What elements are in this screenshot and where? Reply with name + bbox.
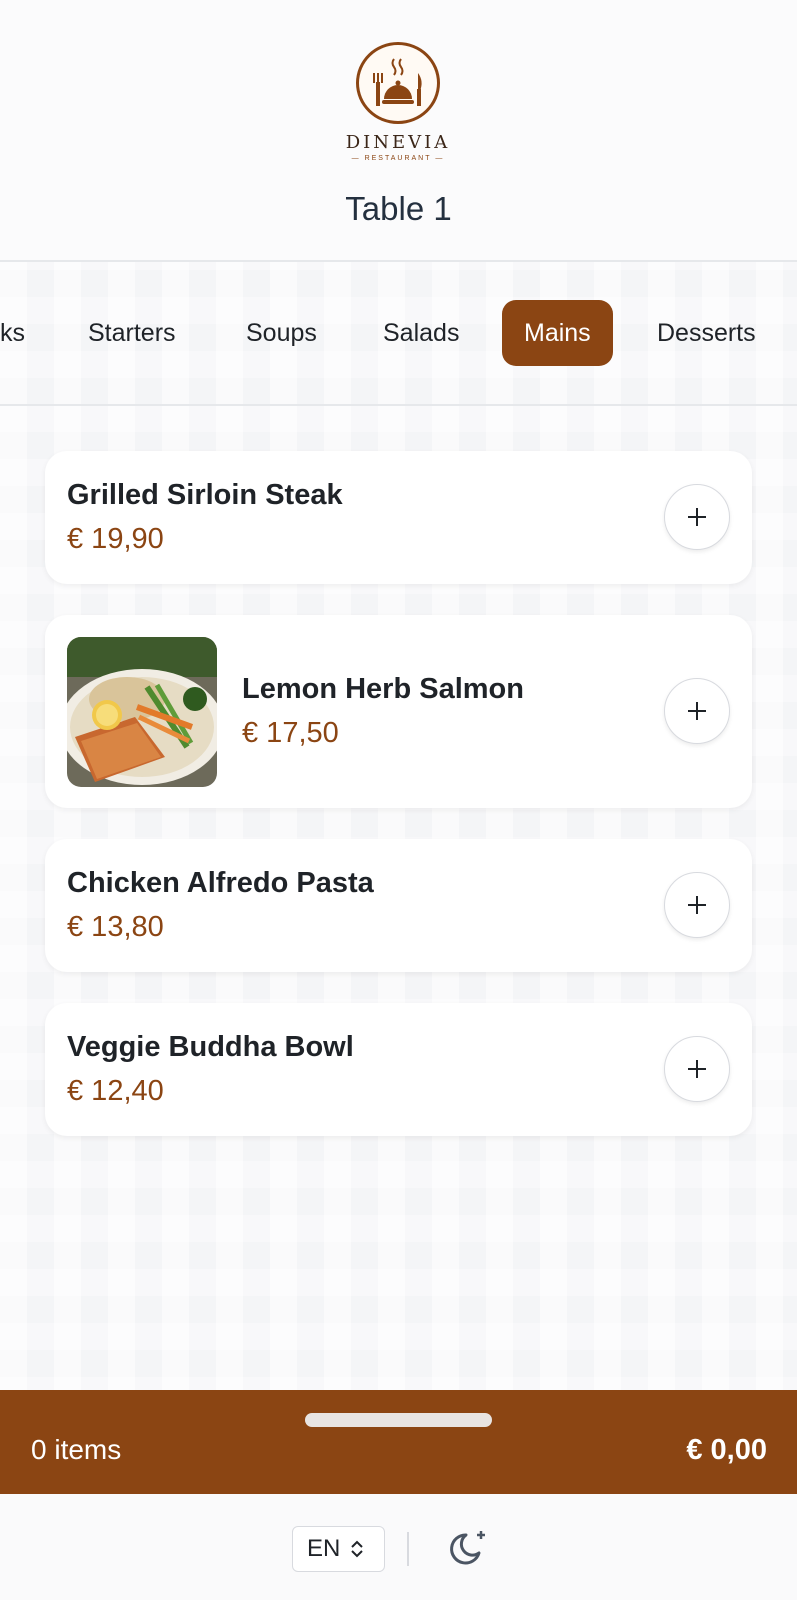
restaurant-logo: DINEVIA — RESTAURANT —: [333, 26, 463, 162]
category-tabs: ks Starters Soups Salads Mains Desserts: [0, 264, 797, 406]
add-to-cart-button[interactable]: [664, 484, 730, 550]
language-select[interactable]: EN: [292, 1526, 385, 1572]
cart-bar[interactable]: 0 items € 0,00: [0, 1390, 797, 1494]
cloche-icon: [356, 42, 440, 124]
logo-name: DINEVIA: [345, 132, 451, 153]
menu-item-name: Grilled Sirloin Steak: [67, 479, 343, 511]
menu-item-price: € 17,50: [242, 717, 339, 749]
menu-item-price: € 13,80: [67, 911, 164, 943]
plus-icon: [688, 702, 706, 720]
menu-item-card[interactable]: Chicken Alfredo Pasta € 13,80: [45, 839, 752, 972]
menu-item-price: € 19,90: [67, 523, 164, 555]
table-title: Table 1: [345, 190, 452, 227]
tab-salads[interactable]: Salads: [361, 300, 481, 366]
chevron-up-down-icon: [351, 1540, 364, 1558]
cart-item-count: 0 items: [31, 1434, 122, 1465]
cart-total: € 0,00: [686, 1434, 767, 1466]
footer-divider: [407, 1532, 409, 1566]
plus-icon: [688, 508, 706, 526]
footer: EN: [0, 1494, 797, 1600]
drag-handle[interactable]: [305, 1413, 492, 1427]
menu-item-name: Lemon Herb Salmon: [242, 673, 524, 705]
salmon-dish-photo: [67, 637, 217, 787]
tab-soups[interactable]: Soups: [224, 300, 339, 366]
menu-item-name: Chicken Alfredo Pasta: [67, 867, 374, 899]
tab-starters[interactable]: Starters: [66, 300, 198, 366]
plus-icon: [688, 896, 706, 914]
header: DINEVIA — RESTAURANT — Table 1: [0, 0, 797, 262]
theme-toggle-button[interactable]: [448, 1526, 492, 1570]
logo-subtitle: — RESTAURANT —: [351, 155, 445, 162]
add-to-cart-button[interactable]: [664, 1036, 730, 1102]
menu-item-card[interactable]: Lemon Herb Salmon € 17,50: [45, 615, 752, 808]
plus-icon: [688, 1060, 706, 1078]
menu-item-card[interactable]: Veggie Buddha Bowl € 12,40: [45, 1003, 752, 1136]
add-to-cart-button[interactable]: [664, 678, 730, 744]
language-value: EN: [307, 1535, 341, 1562]
menu-item-price: € 12,40: [67, 1075, 164, 1107]
add-to-cart-button[interactable]: [664, 872, 730, 938]
menu-item-card[interactable]: Grilled Sirloin Steak € 19,90: [45, 451, 752, 584]
menu-item-name: Veggie Buddha Bowl: [67, 1031, 354, 1063]
tab-mains[interactable]: Mains: [502, 300, 613, 366]
tab-desserts[interactable]: Desserts: [635, 300, 778, 366]
moon-sparkle-icon: [450, 1531, 485, 1565]
tab-drinks[interactable]: ks: [0, 300, 47, 366]
